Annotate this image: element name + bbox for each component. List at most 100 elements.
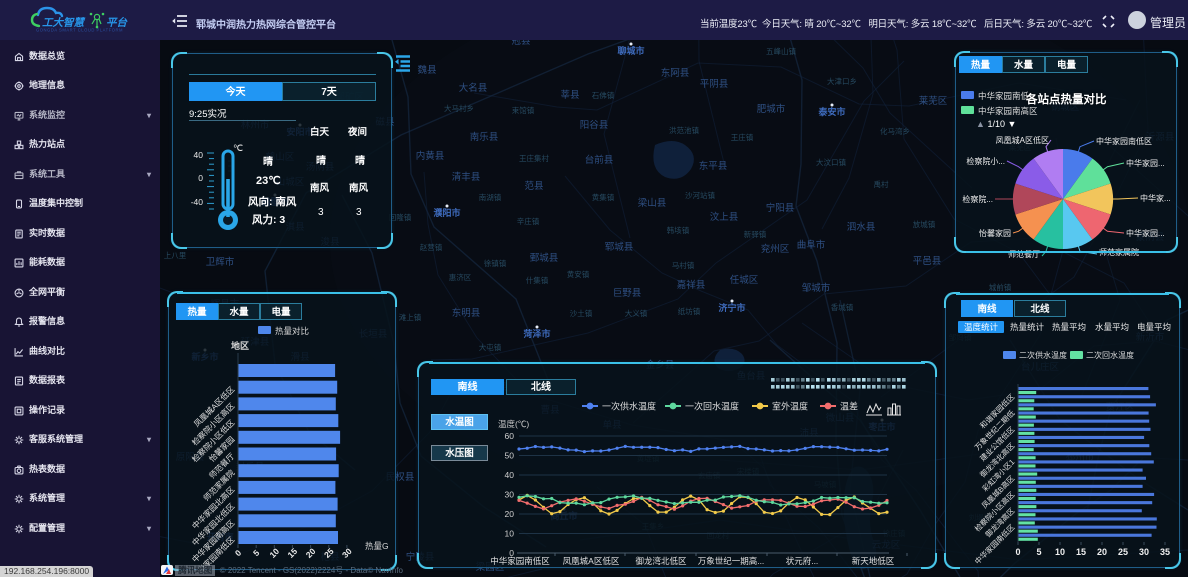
svg-text:大屯镇: 大屯镇 <box>479 342 502 352</box>
svg-text:放城镇: 放城镇 <box>913 219 936 229</box>
svg-text:菏泽市: 菏泽市 <box>523 328 550 339</box>
svg-text:东明县: 东明县 <box>452 307 481 319</box>
svg-text:上八里: 上八里 <box>164 251 187 260</box>
svg-text:济宁市: 济宁市 <box>718 302 745 313</box>
svg-text:王庄集村: 王庄集村 <box>519 153 549 163</box>
svg-text:黄集镇: 黄集镇 <box>592 192 615 202</box>
svg-text:大津口乡: 大津口乡 <box>827 76 857 86</box>
svg-text:平邑县: 平邑县 <box>913 256 942 267</box>
svg-text:郓城县: 郓城县 <box>605 242 634 253</box>
svg-text:汶上县: 汶上县 <box>710 211 739 223</box>
svg-text:石佛镇: 石佛镇 <box>592 90 615 100</box>
svg-text:巨野县: 巨野县 <box>613 288 642 299</box>
svg-text:沙土镇: 沙土镇 <box>570 308 593 318</box>
svg-text:什集镇: 什集镇 <box>526 275 549 285</box>
svg-text:一次回水温度: 一次回水温度 <box>685 401 739 412</box>
svg-text:中华家...: 中华家... <box>1140 193 1171 203</box>
svg-text:莘县: 莘县 <box>560 89 579 101</box>
svg-text:20: 20 <box>505 509 515 519</box>
svg-text:冠县: 冠县 <box>511 40 530 47</box>
svg-text:新驿镇: 新驿镇 <box>744 229 767 239</box>
svg-text:沙河站镇: 沙河站镇 <box>685 190 715 200</box>
svg-text:辛庄镇: 辛庄镇 <box>517 216 540 226</box>
svg-text:肥城市: 肥城市 <box>757 103 786 115</box>
svg-text:范县: 范县 <box>524 180 543 192</box>
svg-text:濮阳市: 濮阳市 <box>432 207 460 218</box>
svg-text:宁阳县: 宁阳县 <box>766 202 795 214</box>
svg-text:聊城市: 聊城市 <box>617 45 644 56</box>
svg-text:30: 30 <box>1139 547 1149 557</box>
svg-text:20: 20 <box>304 546 318 560</box>
svg-text:10: 10 <box>505 529 515 539</box>
svg-text:五峰山镇: 五峰山镇 <box>766 46 796 56</box>
svg-text:地区: 地区 <box>231 340 249 351</box>
svg-text:禹村: 禹村 <box>874 179 889 189</box>
svg-text:魏县: 魏县 <box>417 64 436 76</box>
svg-text:检察院小...: 检察院小... <box>966 156 1005 166</box>
svg-text:40: 40 <box>194 150 204 160</box>
svg-text:邹城市: 邹城市 <box>802 282 831 294</box>
svg-text:20: 20 <box>1097 547 1107 557</box>
svg-text:60: 60 <box>505 431 515 441</box>
svg-text:大义镇: 大义镇 <box>625 308 648 318</box>
svg-text:化马湾乡: 化马湾乡 <box>880 126 910 136</box>
svg-text:平阴县: 平阴县 <box>700 79 729 90</box>
svg-text:台前县: 台前县 <box>585 154 614 166</box>
svg-text:检察院...: 检察院... <box>962 194 993 204</box>
svg-text:南湖镇: 南湖镇 <box>479 192 502 202</box>
svg-text:0: 0 <box>233 548 244 559</box>
svg-text:40: 40 <box>505 470 515 480</box>
svg-text:℃: ℃ <box>233 143 243 153</box>
svg-text:5: 5 <box>251 548 262 559</box>
svg-text:曲阜市: 曲阜市 <box>797 239 826 251</box>
svg-text:嘉祥县: 嘉祥县 <box>677 279 706 291</box>
svg-text:温差: 温差 <box>840 401 858 412</box>
svg-text:中华家园...: 中华家园... <box>1126 158 1165 168</box>
svg-text:10: 10 <box>1055 547 1065 557</box>
svg-text:阳谷县: 阳谷县 <box>580 120 609 131</box>
svg-text:热量G: 热量G <box>365 541 389 551</box>
svg-text:-40: -40 <box>191 197 204 207</box>
svg-text:15: 15 <box>286 546 300 560</box>
svg-text:鄄城县: 鄄城县 <box>530 253 559 264</box>
svg-text:中华家园南低区: 中华家园南低区 <box>1096 136 1152 146</box>
svg-text:城前镇: 城前镇 <box>989 282 1012 292</box>
svg-text:马村镇: 马村镇 <box>672 260 695 270</box>
svg-text:纸坊镇: 纸坊镇 <box>678 306 701 316</box>
svg-text:卫辉市: 卫辉市 <box>206 256 235 268</box>
svg-text:东平县: 东平县 <box>699 160 728 172</box>
svg-text:梁山县: 梁山县 <box>638 197 667 209</box>
svg-text:中华家园南低区: 中华家园南低区 <box>490 556 550 566</box>
svg-text:内黄县: 内黄县 <box>416 150 445 162</box>
svg-text:室外温度: 室外温度 <box>772 401 808 412</box>
svg-text:赵营镇: 赵营镇 <box>420 242 443 252</box>
svg-text:王庄镇: 王庄镇 <box>731 132 754 142</box>
svg-text:回隆镇: 回隆镇 <box>389 212 412 222</box>
svg-text:韩垓镇: 韩垓镇 <box>667 225 690 235</box>
svg-text:一次供水温度: 一次供水温度 <box>602 401 656 412</box>
svg-text:25: 25 <box>1118 547 1128 557</box>
svg-text:15: 15 <box>1076 547 1086 557</box>
svg-text:东阿县: 东阿县 <box>661 67 690 79</box>
svg-text:束馆镇: 束馆镇 <box>512 105 535 115</box>
svg-text:50: 50 <box>505 451 515 461</box>
svg-text:25: 25 <box>322 546 336 560</box>
svg-text:黄安镇: 黄安镇 <box>567 269 590 279</box>
svg-text:泗水县: 泗水县 <box>847 221 876 233</box>
svg-text:大马村乡: 大马村乡 <box>444 103 474 113</box>
svg-text:30: 30 <box>505 490 515 500</box>
svg-text:泰安市: 泰安市 <box>817 106 845 117</box>
svg-text:凤凰城A区低区: 凤凰城A区低区 <box>563 556 620 566</box>
svg-text:御龙湾北低区: 御龙湾北低区 <box>635 556 687 566</box>
svg-text:中华家园...: 中华家园... <box>1126 228 1165 238</box>
svg-text:洪范池镇: 洪范池镇 <box>669 125 699 135</box>
svg-text:GONGDA SMART CLOUD PLATFORM: GONGDA SMART CLOUD PLATFORM <box>36 28 123 33</box>
svg-text:莱芜区: 莱芜区 <box>919 95 948 107</box>
svg-text:南乐县: 南乐县 <box>470 131 499 143</box>
svg-text:惠济区: 惠济区 <box>449 272 472 282</box>
svg-text:怡馨家园: 怡馨家园 <box>979 228 1011 238</box>
svg-text:万象世纪一期高...: 万象世纪一期高... <box>698 556 765 566</box>
svg-text:任城区: 任城区 <box>730 274 759 286</box>
svg-text:大汶口镇: 大汶口镇 <box>816 157 846 167</box>
svg-text:0: 0 <box>198 173 203 183</box>
